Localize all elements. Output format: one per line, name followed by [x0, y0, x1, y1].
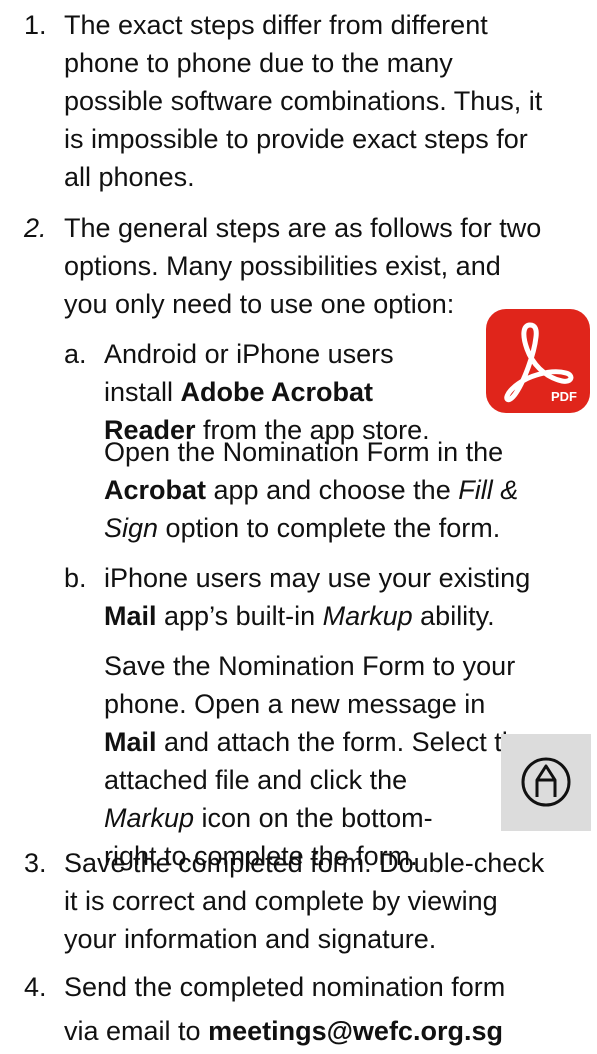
item-number: 4.: [24, 972, 47, 1002]
item-text-line: Save the completed form. Double-check: [64, 848, 545, 878]
item-text-line: possible software combinations. Thus, it: [64, 86, 543, 116]
item-number: 1.: [24, 10, 47, 40]
item-text-line: via email to meetings@wefc.org.sg: [64, 1016, 503, 1046]
item-text-line: your information and signature.: [64, 924, 437, 954]
item-text-line: all phones.: [64, 162, 195, 192]
sub-text-line: Mail and attach the form. Select the: [104, 727, 532, 757]
email-address: meetings@wefc.org.sg: [208, 1016, 503, 1046]
sub-text-line: Markup icon on the bottom-: [104, 803, 433, 833]
list-item: 3. Save the completed form. Double-check…: [24, 844, 594, 958]
item-text-line: The general steps are as follows for two: [64, 213, 542, 243]
item-text-line: The exact steps differ from different: [64, 10, 488, 40]
item-text-line: Send the completed nomination form: [64, 972, 506, 1002]
item-text-line: phone to phone due to the many: [64, 48, 453, 78]
acrobat-reader-icon: PDF: [486, 309, 590, 413]
sub-item-letter: b.: [64, 563, 87, 593]
markup-pen-icon: [501, 734, 591, 831]
item-number: 3.: [24, 848, 47, 878]
sub-text-line: Sign option to complete the form.: [104, 513, 501, 543]
item-text-line: it is correct and complete by viewing: [64, 886, 498, 916]
list-item: 4. Send the completed nomination form vi…: [24, 968, 594, 1052]
item-text-line: is impossible to provide exact steps for: [64, 124, 528, 154]
list-item: 1. The exact steps differ from different…: [24, 6, 594, 196]
sub-text-line: Open the Nomination Form in the: [104, 437, 504, 467]
sub-item-b-paragraph: Save the Nomination Form to your phone. …: [104, 647, 532, 875]
sub-item-a-paragraph: Open the Nomination Form in the Acrobat …: [104, 433, 518, 547]
sub-text-line: install Adobe Acrobat: [104, 377, 374, 407]
sub-text-line: Acrobat app and choose the Fill &: [104, 475, 519, 505]
item-number: 2.: [24, 213, 47, 243]
acrobat-pdf-label: PDF: [551, 389, 577, 404]
sub-item-letter: a.: [64, 339, 87, 369]
list-item: 2. The general steps are as follows for …: [24, 209, 594, 323]
item-text-line: options. Many possibilities exist, and: [64, 251, 501, 281]
sub-text-line: iPhone users may use your existing: [104, 563, 531, 593]
sub-text-line: attached file and click the: [104, 765, 408, 795]
sub-text-line: Android or iPhone users: [104, 339, 394, 369]
item-text-line: you only need to use one option:: [64, 289, 455, 319]
sub-text-line: Save the Nomination Form to your: [104, 651, 516, 681]
sub-text-line: phone. Open a new message in: [104, 689, 486, 719]
sub-text-line: Mail app’s built-in Markup ability.: [104, 601, 495, 631]
